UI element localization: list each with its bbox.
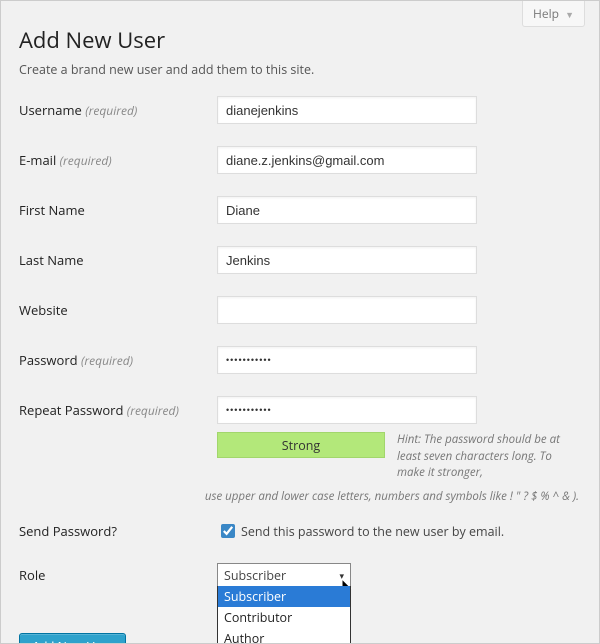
role-select[interactable]: Subscriber ▾ bbox=[217, 563, 351, 587]
label-website: Website bbox=[19, 301, 217, 319]
role-option-author[interactable]: Author bbox=[218, 628, 350, 644]
role-selected-value: Subscriber bbox=[224, 567, 286, 584]
chevron-down-icon: ▼ bbox=[565, 8, 574, 21]
label-role: Role bbox=[19, 566, 217, 584]
label-repeat-password: Repeat Password (required) bbox=[19, 401, 217, 419]
label-email: E-mail (required) bbox=[19, 151, 217, 169]
label-last-name: Last Name bbox=[19, 251, 217, 269]
password-hint-line1: Hint: The password should be at least se… bbox=[385, 432, 581, 482]
username-input[interactable] bbox=[217, 96, 477, 124]
label-send-password: Send Password? bbox=[19, 522, 217, 540]
first-name-input[interactable] bbox=[217, 196, 477, 224]
role-option-subscriber[interactable]: Subscriber bbox=[218, 586, 350, 607]
send-password-checkbox[interactable] bbox=[221, 524, 235, 538]
help-tab-label: Help bbox=[533, 5, 559, 22]
page-title: Add New User bbox=[19, 25, 581, 55]
label-first-name: First Name bbox=[19, 201, 217, 219]
email-input[interactable] bbox=[217, 146, 477, 174]
last-name-input[interactable] bbox=[217, 246, 477, 274]
add-new-user-button[interactable]: Add New User bbox=[19, 633, 126, 644]
repeat-password-input[interactable] bbox=[217, 396, 477, 424]
website-input[interactable] bbox=[217, 296, 477, 324]
role-option-contributor[interactable]: Contributor bbox=[218, 607, 350, 628]
help-tab[interactable]: Help ▼ bbox=[522, 1, 585, 27]
password-strength-meter: Strong bbox=[217, 432, 385, 458]
role-dropdown: Subscriber Contributor Author Editor Adm… bbox=[217, 586, 351, 644]
send-password-label: Send this password to the new user by em… bbox=[241, 523, 504, 540]
password-hint-line2: use upper and lower case letters, number… bbox=[19, 488, 581, 505]
password-input[interactable] bbox=[217, 346, 477, 374]
label-username: Username (required) bbox=[19, 101, 217, 119]
label-password: Password (required) bbox=[19, 351, 217, 369]
page-subhead: Create a brand new user and add them to … bbox=[19, 61, 581, 78]
chevron-down-icon: ▾ bbox=[339, 569, 344, 582]
